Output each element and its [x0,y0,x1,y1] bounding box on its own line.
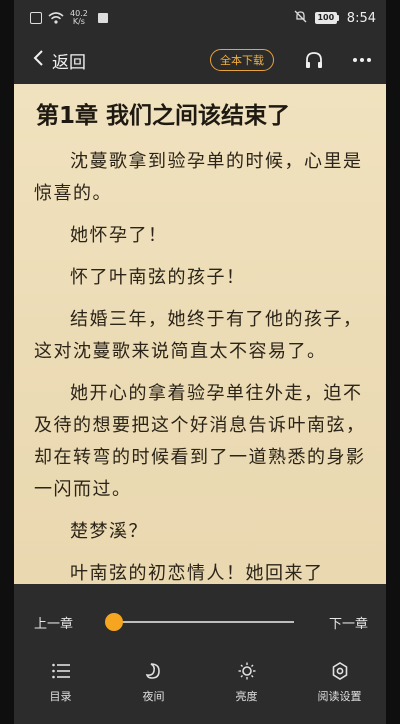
night-mode-label: 夜间 [142,690,165,703]
reading-settings-label: 阅读设置 [317,690,362,703]
status-bar: 40.2 K/s 100 8:54 [14,0,386,36]
clock: 8:54 [346,10,376,26]
back-button[interactable]: 返回 [32,48,86,73]
brightness-icon [237,662,257,684]
paragraph: 她怀孕了！ [70,225,168,246]
toc-label: 目录 [49,690,72,703]
brightness-label: 亮度 [235,690,258,703]
network-speed: 40.2 K/s [70,10,88,26]
next-chapter-button[interactable]: 下一章 [329,613,368,632]
reader-header: 返回 全本下载 [14,36,386,84]
reading-settings-button[interactable]: 阅读设置 [300,662,380,712]
chapter-title: 第1章 我们之间该结束了 [36,103,291,129]
night-mode-button[interactable]: 夜间 [114,662,194,712]
paragraph: 怀了叶南弦的孩子！ [70,267,246,288]
battery-icon: 100 [314,12,339,24]
phone-screen: 40.2 K/s 100 8:54 返回 全本下载 第1章 我们之间该结束了 沈… [14,0,386,724]
moon-icon [144,662,164,684]
chapter-progress-row: 上一章 下一章 [14,610,386,634]
paragraph: 她开心的拿着验孕单往外走，迫不及待的想要把这个好消息告诉叶南弦，却在转弯的时候看… [34,383,366,500]
network-speed-unit: K/s [72,17,85,26]
headphones-icon[interactable] [304,51,324,69]
wifi-icon [48,12,64,24]
chevron-left-icon [32,49,44,71]
chapter-body: 沈蔓歌拿到验孕单的时候，心里是惊喜的。 她怀孕了！ 怀了叶南弦的孩子！ 结婚三年… [34,146,368,584]
progress-slider[interactable] [104,613,294,631]
list-icon [51,662,71,684]
paragraph: 结婚三年，她终于有了他的孩子，这对沈蔓歌来说简直太不容易了。 [34,309,363,362]
progress-slider-handle[interactable] [104,613,123,631]
brightness-button[interactable]: 亮度 [207,662,287,712]
battery-level: 100 [314,12,337,24]
reader-control-panel: 上一章 下一章 目录 夜间 亮度 阅读设置 [14,584,386,724]
notification-icon [97,13,108,23]
reader-toolbar: 目录 夜间 亮度 阅读设置 [14,662,386,712]
reading-page[interactable]: 第1章 我们之间该结束了 沈蔓歌拿到验孕单的时候，心里是惊喜的。 她怀孕了！ 怀… [14,84,386,584]
mute-bell-icon [294,10,307,26]
back-label: 返回 [52,52,86,73]
paragraph: 沈蔓歌拿到验孕单的时候，心里是惊喜的。 [34,151,363,204]
toc-button[interactable]: 目录 [21,662,101,712]
paragraph: 楚梦溪？ [70,521,148,542]
sim-card-icon [30,12,42,24]
paragraph: 叶南弦的初恋情人！她回来了 [70,563,324,584]
prev-chapter-button[interactable]: 上一章 [34,613,73,632]
gear-icon [330,662,350,684]
download-all-button[interactable]: 全本下载 [210,49,274,71]
more-options-icon[interactable] [352,57,372,63]
